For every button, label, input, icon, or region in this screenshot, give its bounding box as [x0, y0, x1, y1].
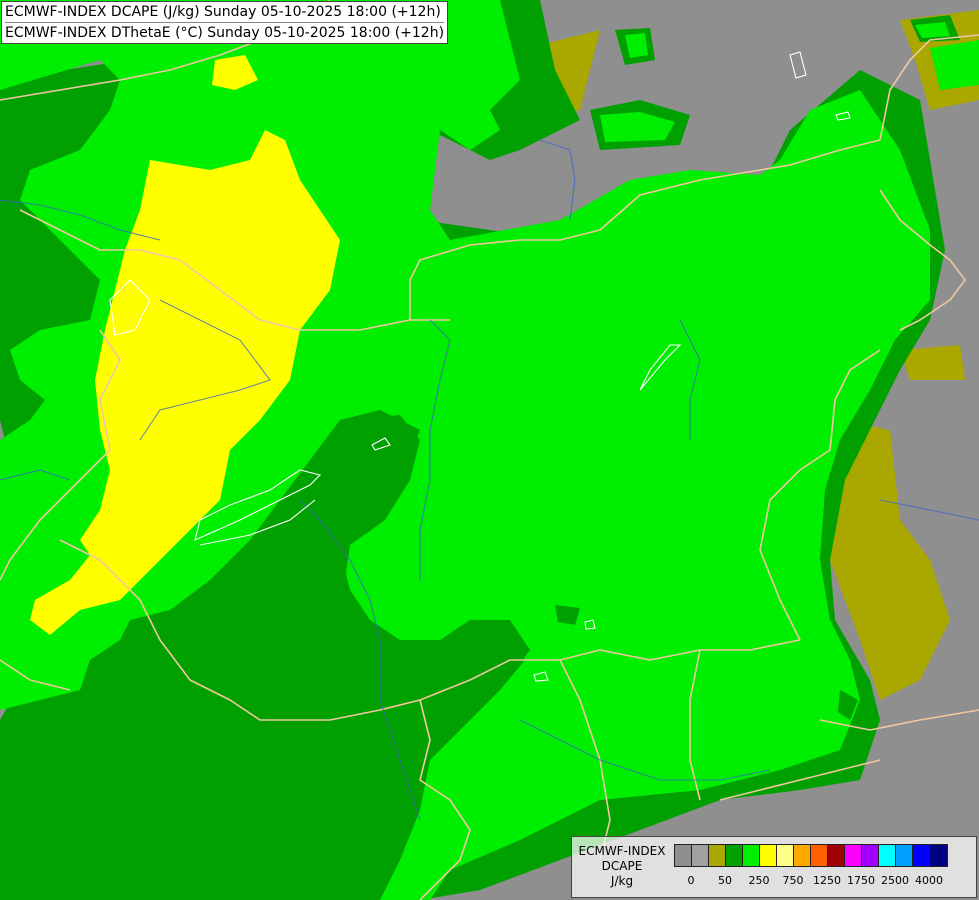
title-dcape: ECMWF-INDEX DCAPE (J/kg) Sunday 05-10-20…: [5, 4, 441, 20]
legend-swatch-2: [709, 845, 726, 866]
legend-swatch-15: [930, 845, 947, 866]
legend-tick-label: 0: [687, 874, 695, 887]
legend-swatch-5: [760, 845, 777, 866]
legend-tick-label: 4000: [915, 874, 943, 887]
legend-tick-label: 1250: [813, 874, 841, 887]
legend-tick-label: 1750: [847, 874, 875, 887]
legend-swatch-1: [692, 845, 709, 866]
color-legend: ECMWF-INDEX DCAPE J/kg 0 50 250 750 1250 1750…: [571, 836, 977, 898]
legend-swatch-10: [845, 845, 862, 866]
legend-tick-label: 50: [718, 874, 732, 887]
forecast-map: [0, 0, 979, 900]
legend-title-unit: J/kg: [610, 874, 634, 888]
legend-swatch-3: [726, 845, 743, 866]
legend-swatches: [674, 844, 948, 867]
legend-swatch-6: [777, 845, 794, 866]
legend-swatch-0: [675, 845, 692, 866]
legend-title: ECMWF-INDEX DCAPE J/kg: [574, 844, 670, 889]
legend-swatch-8: [811, 845, 828, 866]
legend-swatch-14: [913, 845, 930, 866]
legend-swatch-9: [828, 845, 845, 866]
legend-swatch-7: [794, 845, 811, 866]
legend-title-param: DCAPE: [601, 859, 643, 873]
map-title-box: ECMWF-INDEX DCAPE (J/kg) Sunday 05-10-20…: [1, 1, 449, 44]
legend-swatch-4: [743, 845, 760, 866]
legend-swatch-13: [896, 845, 913, 866]
legend-title-model: ECMWF-INDEX: [578, 844, 666, 858]
legend-tick-label: 2500: [881, 874, 909, 887]
title-dthetae: ECMWF-INDEX DThetaE (°C) Sunday 05-10-20…: [5, 22, 445, 43]
legend-tick-label: 750: [782, 874, 804, 887]
legend-swatch-12: [879, 845, 896, 866]
legend-tick-label: 250: [748, 874, 770, 887]
legend-swatch-11: [862, 845, 879, 866]
